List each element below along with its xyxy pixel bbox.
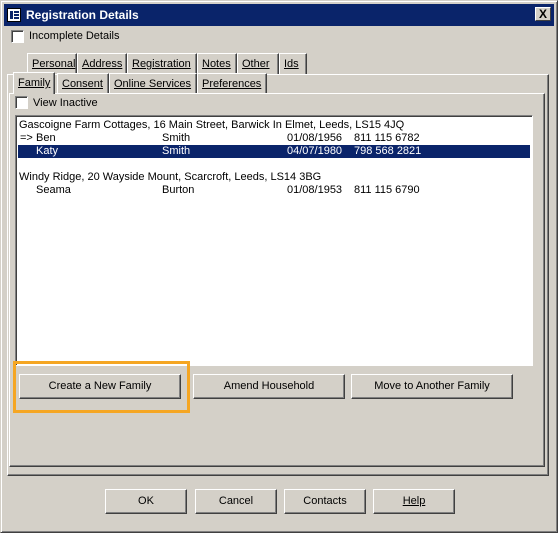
tab-notes[interactable]: Notes <box>197 53 237 74</box>
member-dob: 04/07/1980 <box>287 145 343 157</box>
amend-household-button[interactable]: Amend Household <box>193 374 345 399</box>
window-title: Registration Details <box>26 8 139 22</box>
tab-other[interactable]: Other <box>237 53 279 74</box>
member-first-name: Ben <box>36 132 56 144</box>
incomplete-details-label: Incomplete Details <box>29 30 120 42</box>
app-icon <box>7 8 21 22</box>
tab-online-services[interactable]: Online Services <box>109 73 197 94</box>
member-nhs-number: 811 115 6782 <box>354 132 420 144</box>
tab-registration[interactable]: Registration <box>127 53 197 74</box>
move-to-another-family-button[interactable]: Move to Another Family <box>351 374 513 399</box>
title-bar[interactable]: Registration Details X <box>4 4 554 26</box>
family-address[interactable]: Windy Ridge, 20 Wayside Mount, Scarcroft… <box>18 171 530 184</box>
family-member-row[interactable]: => Ben Smith 01/08/1956 811 115 6782 <box>18 132 530 145</box>
tab-ids[interactable]: Ids <box>279 53 307 74</box>
family-address[interactable]: Gascoigne Farm Cottages, 16 Main Street,… <box>18 119 530 132</box>
family-address-text: Windy Ridge, 20 Wayside Mount, Scarcroft… <box>19 171 322 183</box>
help-button[interactable]: Help <box>373 489 455 514</box>
family-list[interactable]: Gascoigne Farm Cottages, 16 Main Street,… <box>15 115 533 366</box>
family-member-row[interactable]: Seama Burton 01/08/1953 811 115 6790 <box>18 184 530 197</box>
head-of-household-marker: => <box>20 132 33 144</box>
tab-family[interactable]: Family <box>13 72 55 94</box>
tab-personal[interactable]: Personal <box>27 53 77 74</box>
help-button-label: Help <box>402 495 426 507</box>
view-inactive-checkbox[interactable] <box>15 96 28 109</box>
member-last-name: Smith <box>162 145 191 157</box>
member-dob: 01/08/1953 <box>287 184 343 196</box>
registration-details-window: Registration Details X Incomplete Detail… <box>0 0 558 533</box>
tab-preferences[interactable]: Preferences <box>197 73 267 94</box>
member-nhs-number: 798 568 2821 <box>354 145 422 157</box>
create-new-family-button[interactable]: Create a New Family <box>19 374 181 399</box>
member-first-name: Seama <box>36 184 71 196</box>
tab-consent[interactable]: Consent <box>57 73 109 94</box>
member-dob: 01/08/1956 <box>287 132 343 144</box>
ok-button[interactable]: OK <box>105 489 187 514</box>
member-nhs-number: 811 115 6790 <box>354 184 420 196</box>
cancel-button[interactable]: Cancel <box>195 489 277 514</box>
family-member-row-selected[interactable]: Katy Smith 04/07/1980 798 568 2821 <box>18 145 530 158</box>
view-inactive-label: View Inactive <box>33 97 98 109</box>
family-address-text: Gascoigne Farm Cottages, 16 Main Street,… <box>19 119 405 131</box>
contacts-button[interactable]: Contacts <box>284 489 366 514</box>
incomplete-details-checkbox[interactable] <box>11 30 24 43</box>
close-button[interactable]: X <box>535 7 551 21</box>
member-first-name: Katy <box>36 145 59 157</box>
member-last-name: Burton <box>162 184 195 196</box>
member-last-name: Smith <box>162 132 191 144</box>
tab-address[interactable]: Address <box>77 53 127 74</box>
